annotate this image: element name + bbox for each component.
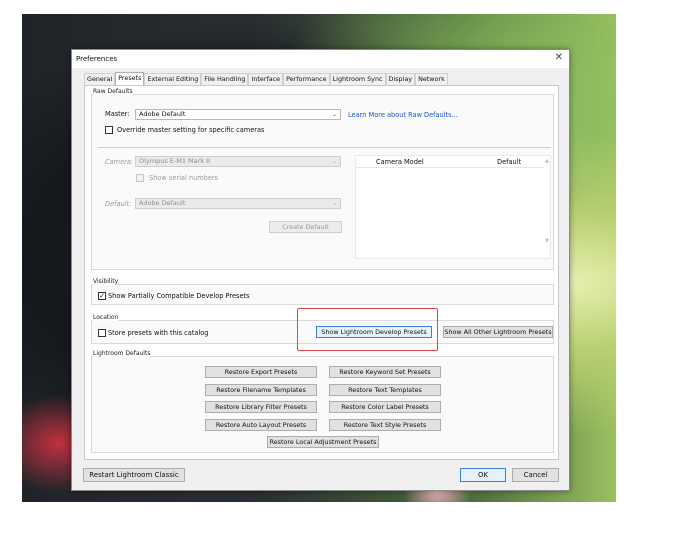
create-default-button[interactable]: Create Default	[269, 221, 342, 233]
show-serial-numbers-label: Show serial numbers	[149, 174, 219, 182]
camera-select[interactable]: Olympus E-M1 Mark II ⌄	[135, 156, 341, 167]
raw-defaults-label: Raw Defaults	[93, 88, 133, 95]
tab-presets[interactable]: Presets	[115, 72, 145, 85]
override-master-label: Override master setting for specific cam…	[117, 126, 265, 134]
restore-filename-templates-button[interactable]: Restore Filename Templates	[205, 384, 317, 396]
default-select-value: Adobe Default	[139, 199, 186, 207]
chevron-down-icon: ⌄	[331, 158, 337, 165]
visibility-group: ✓ Show Partially Compatible Develop Pres…	[91, 284, 554, 305]
camera-select-value: Olympus E-M1 Mark II	[139, 157, 210, 165]
restore-color-label-presets-button[interactable]: Restore Color Label Presets	[329, 401, 441, 413]
lightroom-defaults-label: Lightroom Defaults	[93, 350, 151, 357]
show-partially-compatible-checkbox[interactable]: ✓	[98, 292, 106, 300]
restore-export-presets-button[interactable]: Restore Export Presets	[205, 366, 317, 378]
restore-library-filter-presets-button[interactable]: Restore Library Filter Presets	[205, 401, 317, 413]
cancel-button[interactable]: Cancel	[512, 468, 559, 482]
close-icon[interactable]: ✕	[555, 52, 563, 63]
restore-auto-layout-presets-button[interactable]: Restore Auto Layout Presets	[205, 419, 317, 431]
divider	[98, 147, 551, 148]
ok-button[interactable]: OK	[460, 468, 506, 482]
master-select[interactable]: Adobe Default ⌄	[135, 109, 341, 120]
restore-local-adjustment-presets-button[interactable]: Restore Local Adjustment Presets	[267, 436, 379, 448]
raw-defaults-group: Master: Adobe Default ⌄ Learn More about…	[91, 94, 554, 270]
show-serial-numbers-checkbox[interactable]	[136, 174, 144, 182]
master-select-value: Adobe Default	[139, 110, 186, 118]
preferences-dialog: Preferences ✕ General Presets External E…	[71, 49, 570, 491]
camera-defaults-table: Camera Model Default ▲ ▼	[355, 155, 551, 259]
tab-network[interactable]: Network	[415, 73, 448, 85]
default-column-header: Default	[497, 158, 522, 166]
store-presets-checkbox[interactable]	[98, 329, 106, 337]
restore-text-templates-button[interactable]: Restore Text Templates	[329, 384, 441, 396]
tab-performance[interactable]: Performance	[283, 73, 330, 85]
presets-tab-pane: Master: Adobe Default ⌄ Learn More about…	[84, 85, 559, 460]
tab-external-editing[interactable]: External Editing	[144, 73, 202, 85]
restart-lightroom-classic-button[interactable]: Restart Lightroom Classic	[83, 468, 185, 482]
tab-display[interactable]: Display	[385, 73, 416, 85]
lightroom-defaults-group: Restore Export Presets Restore Filename …	[91, 356, 554, 453]
camera-model-column-header: Camera Model	[376, 158, 424, 166]
dialog-title: Preferences	[76, 55, 118, 63]
table-header-divider	[356, 167, 544, 168]
default-label: Default:	[105, 200, 132, 208]
restore-text-style-presets-button[interactable]: Restore Text Style Presets	[329, 419, 441, 431]
visibility-label: Visibility	[93, 278, 119, 285]
scroll-down-icon[interactable]: ▼	[545, 238, 549, 244]
dialog-titlebar: Preferences ✕	[72, 50, 569, 68]
default-select[interactable]: Adobe Default ⌄	[135, 198, 341, 209]
tab-general[interactable]: General	[84, 73, 116, 85]
show-all-other-lightroom-presets-button[interactable]: Show All Other Lightroom Presets	[443, 326, 553, 338]
chevron-down-icon: ⌄	[331, 111, 337, 118]
tab-bar: General Presets External Editing File Ha…	[84, 72, 448, 85]
override-master-checkbox[interactable]	[105, 126, 113, 134]
annotation-highlight-box	[297, 308, 438, 351]
chevron-down-icon: ⌄	[331, 200, 337, 207]
master-label: Master:	[105, 110, 130, 118]
restore-keyword-set-presets-button[interactable]: Restore Keyword Set Presets	[329, 366, 441, 378]
camera-label: Camera:	[105, 158, 134, 166]
learn-more-raw-defaults-link[interactable]: Learn More about Raw Defaults...	[348, 111, 458, 119]
tab-lightroom-sync[interactable]: Lightroom Sync	[329, 73, 386, 85]
scroll-up-icon[interactable]: ▲	[545, 158, 549, 164]
show-partially-compatible-label: Show Partially Compatible Develop Preset…	[108, 292, 250, 300]
tab-file-handling[interactable]: File Handling	[201, 73, 249, 85]
store-presets-label: Store presets with this catalog	[108, 329, 209, 337]
tab-interface[interactable]: Interface	[248, 73, 284, 85]
location-label: Location	[93, 314, 119, 321]
